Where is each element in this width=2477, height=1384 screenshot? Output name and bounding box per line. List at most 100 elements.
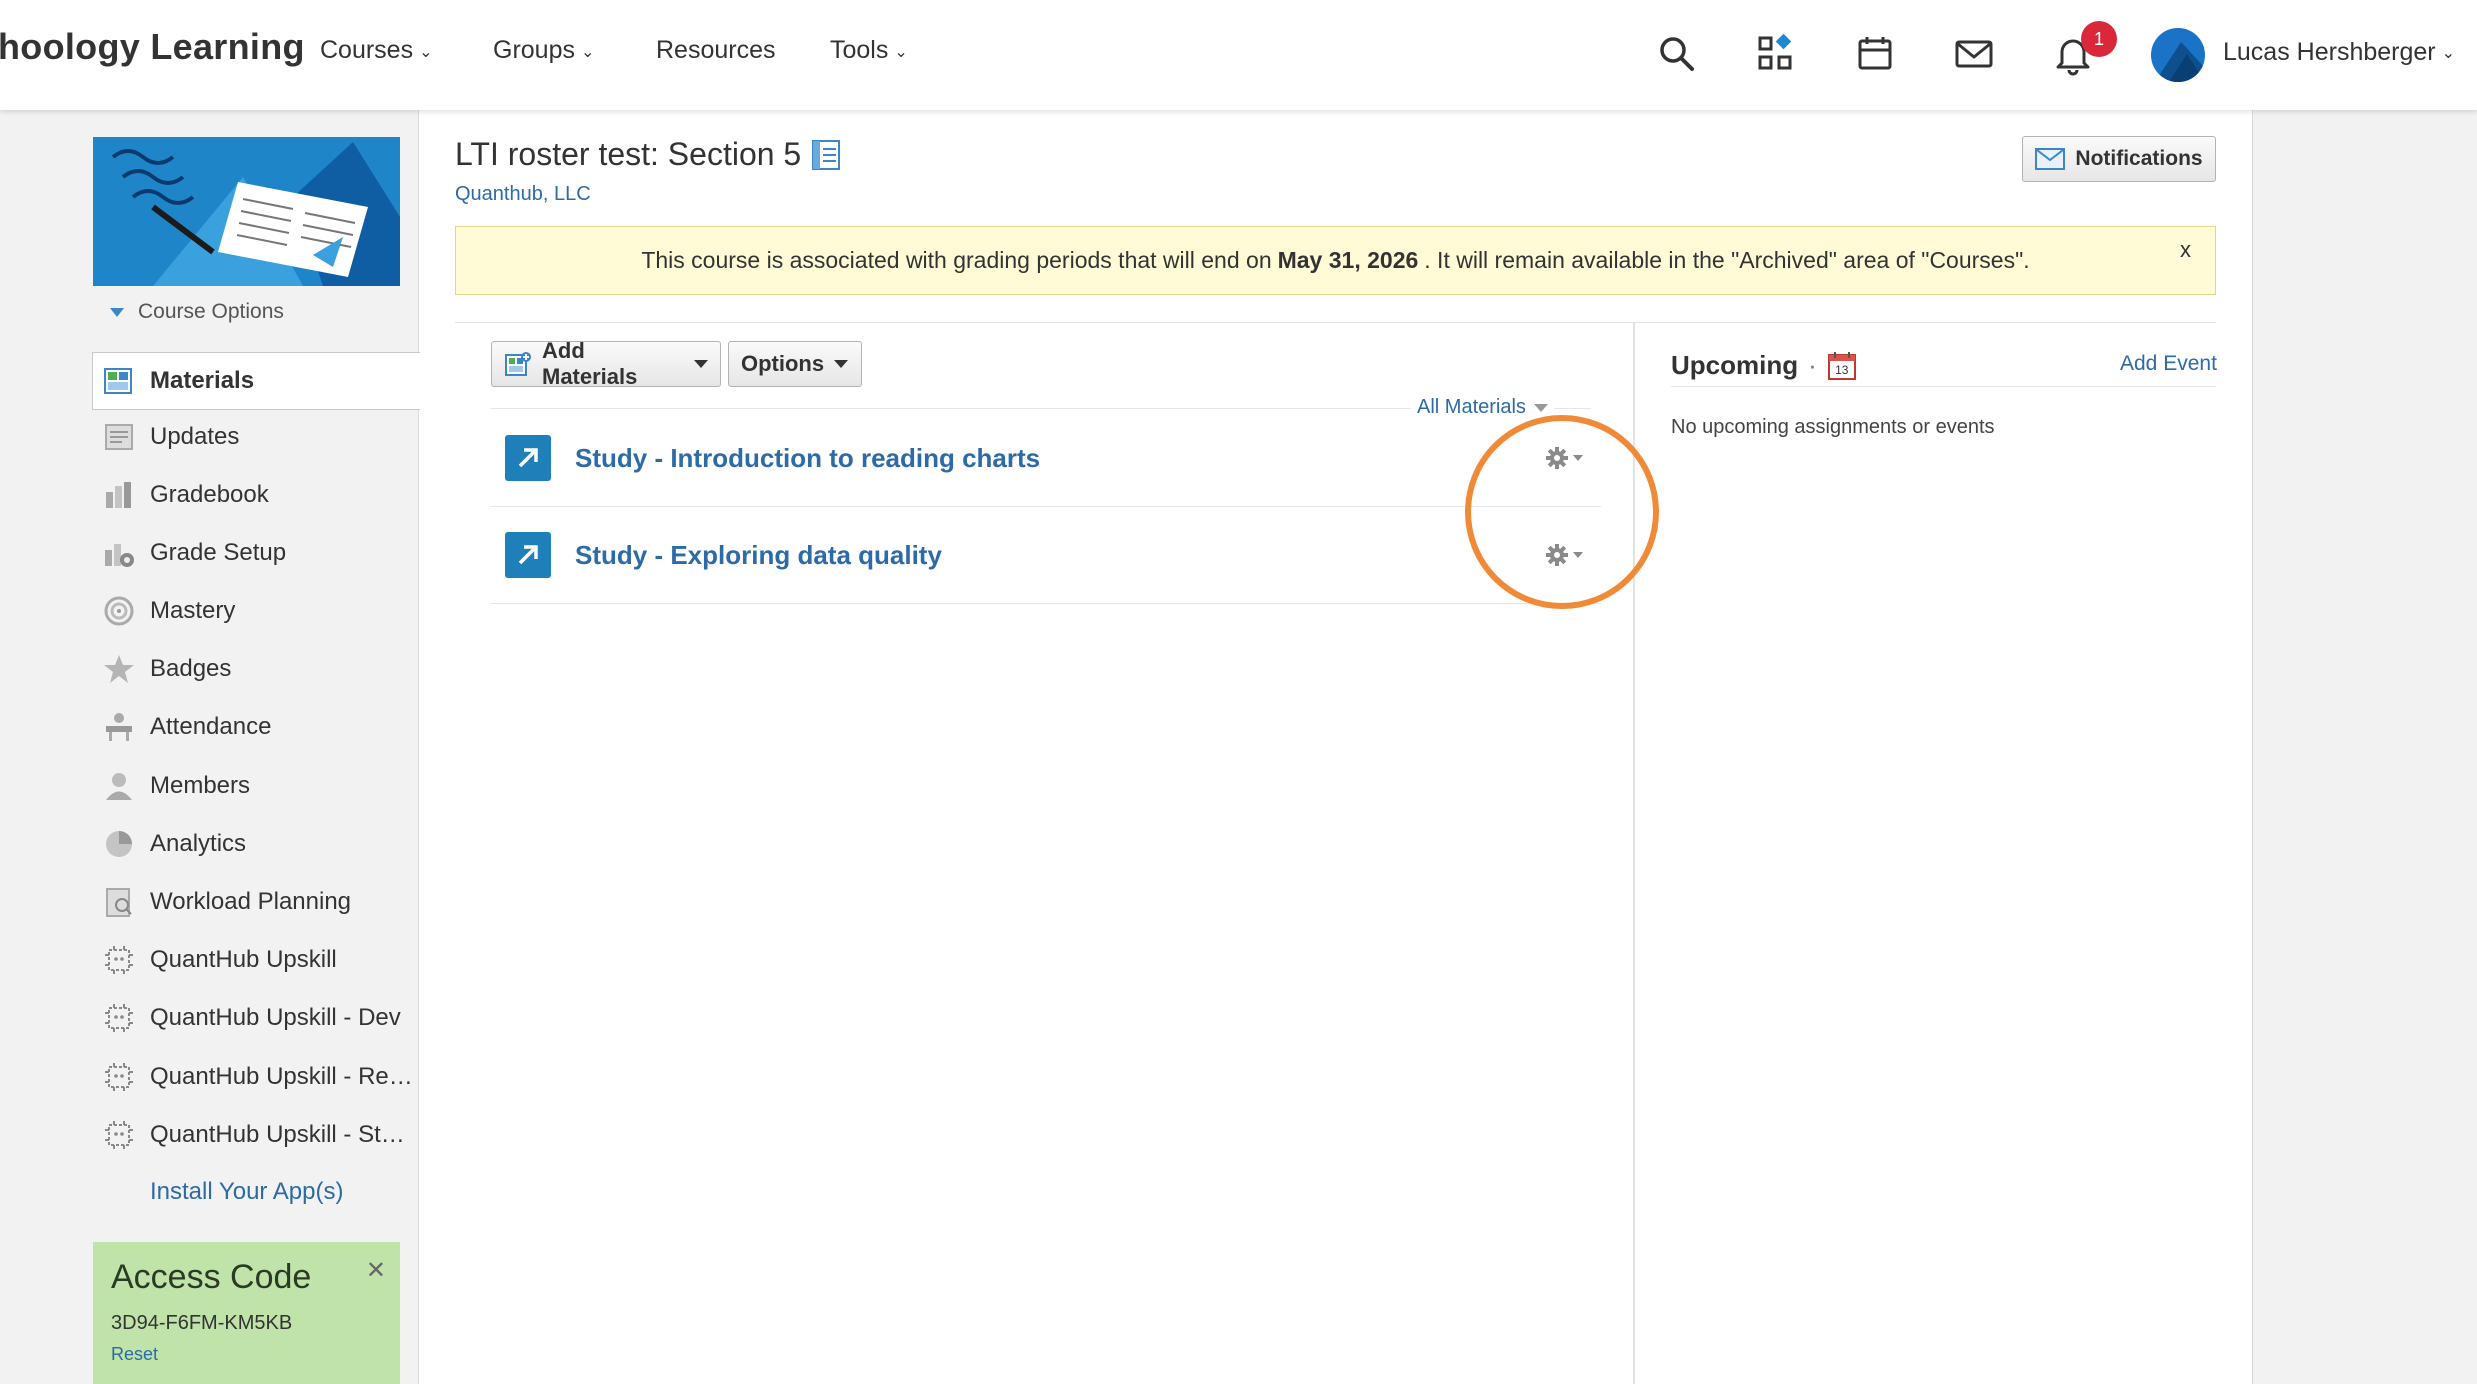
mastery-icon xyxy=(102,594,136,628)
upcoming-separator: · xyxy=(1808,350,1817,380)
app-icon xyxy=(102,1118,136,1152)
sidebar-item-label: QuantHub Upskill - Staging xyxy=(150,1121,418,1148)
nav-groups-label: Groups xyxy=(493,36,575,64)
page-title: LTI roster test: Section 5 xyxy=(455,136,843,173)
course-info-icon[interactable] xyxy=(809,139,843,171)
course-profile-image[interactable] xyxy=(93,137,400,286)
course-options-label: Course Options xyxy=(138,300,284,323)
add-materials-icon xyxy=(504,351,532,377)
sidebar-item-label: Workload Planning xyxy=(150,888,352,915)
caret-down-icon xyxy=(110,307,124,317)
sidebar-item-attendance[interactable]: Attendance xyxy=(93,699,418,755)
chevron-down-icon: ⌄ xyxy=(2441,44,2456,62)
sidebar-item-materials[interactable]: Materials xyxy=(92,352,420,410)
grade-setup-icon xyxy=(102,536,136,570)
nav-groups[interactable]: Groups ⌄ xyxy=(493,36,594,65)
search-icon[interactable] xyxy=(1655,32,1699,76)
sidebar-item-quanthub-upskill[interactable]: QuantHub Upskill xyxy=(93,932,418,988)
nav-tools[interactable]: Tools ⌄ xyxy=(830,36,908,65)
nav-resources[interactable]: Resources xyxy=(656,36,776,65)
sidebar-item-label: QuantHub Upskill xyxy=(150,946,337,973)
sidebar-item-badges[interactable]: Badges xyxy=(93,641,418,697)
notifications-button-label: Notifications xyxy=(2075,147,2203,170)
sidebar-item-label: Mastery xyxy=(150,597,236,624)
gear-icon[interactable] xyxy=(1543,540,1589,570)
mail-icon[interactable] xyxy=(1952,32,1996,76)
sidebar-item-label: Materials xyxy=(150,367,255,394)
nav-courses-label: Courses xyxy=(320,36,414,64)
updates-icon xyxy=(102,420,136,454)
app-icon xyxy=(102,1060,136,1094)
gear-icon[interactable] xyxy=(1543,443,1589,473)
badges-icon xyxy=(102,652,136,686)
members-icon xyxy=(102,769,136,803)
install-apps-link[interactable]: Install Your App(s) xyxy=(150,1178,343,1206)
sidebar-item-label: QuantHub Upskill - Dev xyxy=(150,1004,401,1031)
apps-icon[interactable] xyxy=(1754,32,1798,76)
sidebar-item-label: Updates xyxy=(150,423,240,450)
course-organization-link[interactable]: Quanthub, LLC xyxy=(455,183,591,206)
user-menu[interactable]: Lucas Hershberger ⌄ xyxy=(2223,38,2455,67)
sidebar-item-members[interactable]: Members xyxy=(93,758,418,814)
main-content xyxy=(419,110,2253,1384)
access-code-title: Access Code xyxy=(111,1258,312,1296)
add-event-link[interactable]: Add Event xyxy=(2120,352,2217,376)
sidebar-item-label: Attendance xyxy=(150,713,272,740)
course-title-text: LTI roster test: Section 5 xyxy=(455,136,802,172)
analytics-icon xyxy=(102,827,136,861)
gradebook-icon xyxy=(102,478,136,512)
sidebar-item-workload-planning[interactable]: Workload Planning xyxy=(93,874,418,930)
course-options-toggle[interactable]: Course Options xyxy=(110,300,284,324)
nav-resources-label: Resources xyxy=(656,36,776,64)
sidebar-item-label: Badges xyxy=(150,655,232,682)
nav-courses[interactable]: Courses ⌄ xyxy=(320,36,433,65)
material-link[interactable]: Study - Introduction to reading charts xyxy=(575,443,1040,474)
sidebar-item-quanthub-upskill-dev[interactable]: QuantHub Upskill - Dev xyxy=(93,990,418,1046)
calendar-icon[interactable] xyxy=(1853,32,1897,76)
calendar-icon[interactable]: 13 xyxy=(1827,351,1857,381)
options-label: Options xyxy=(741,351,825,376)
avatar[interactable] xyxy=(2151,28,2205,82)
sidebar-item-label: Members xyxy=(150,772,251,799)
add-materials-label: Add Materials xyxy=(542,338,638,389)
calendar-day: 13 xyxy=(1835,362,1849,377)
notification-count-badge: 1 xyxy=(2081,21,2117,57)
add-materials-button[interactable]: Add Materials xyxy=(491,338,721,389)
attendance-icon xyxy=(102,710,136,744)
app-icon xyxy=(102,943,136,977)
column-divider xyxy=(1633,322,1635,1384)
list-item: Study - Introduction to reading charts xyxy=(491,409,1601,507)
user-name: Lucas Hershberger xyxy=(2223,38,2436,66)
nav-tools-label: Tools xyxy=(830,36,889,64)
sidebar-item-label: QuantHub Upskill - Review xyxy=(150,1063,418,1090)
envelope-icon xyxy=(2035,148,2066,170)
chevron-down-icon: ⌄ xyxy=(894,43,908,61)
caret-down-icon xyxy=(694,360,708,368)
banner-text-after: . It will remain available in the "Archi… xyxy=(1424,247,2030,273)
access-code-panel: Access Code ✕ 3D94-F6FM-KM5KB Reset xyxy=(93,1242,400,1384)
close-icon[interactable]: ✕ xyxy=(366,1256,386,1285)
options-button[interactable]: Options xyxy=(728,341,862,387)
grading-period-banner: This course is associated with grading p… xyxy=(455,226,2216,295)
header-divider xyxy=(455,322,2216,323)
access-code-reset-link[interactable]: Reset xyxy=(111,1344,158,1365)
notifications-button[interactable]: Notifications xyxy=(2022,136,2216,182)
sidebar-item-quanthub-upskill-staging[interactable]: QuantHub Upskill - Staging xyxy=(93,1107,418,1163)
external-link-icon[interactable] xyxy=(505,532,551,578)
sidebar-item-quanthub-upskill-review[interactable]: QuantHub Upskill - Review xyxy=(93,1049,418,1105)
chevron-down-icon: ⌄ xyxy=(580,43,595,61)
upcoming-divider xyxy=(1671,386,2216,387)
sidebar-item-updates[interactable]: Updates xyxy=(93,409,418,465)
material-link[interactable]: Study - Exploring data quality xyxy=(575,540,942,571)
sidebar-item-gradebook[interactable]: Gradebook xyxy=(93,467,418,523)
banner-close-button[interactable]: x xyxy=(2180,237,2191,263)
workload-icon xyxy=(102,885,136,919)
chevron-down-icon: ⌄ xyxy=(419,43,433,61)
sidebar-item-analytics[interactable]: Analytics xyxy=(93,816,418,872)
sidebar-item-mastery[interactable]: Mastery xyxy=(93,583,418,639)
sidebar-item-grade-setup[interactable]: Grade Setup xyxy=(93,525,418,581)
brand-logo[interactable]: hoology Learning xyxy=(0,26,305,68)
external-link-icon[interactable] xyxy=(505,435,551,481)
caret-down-icon xyxy=(834,360,849,368)
app-icon xyxy=(102,1001,136,1035)
